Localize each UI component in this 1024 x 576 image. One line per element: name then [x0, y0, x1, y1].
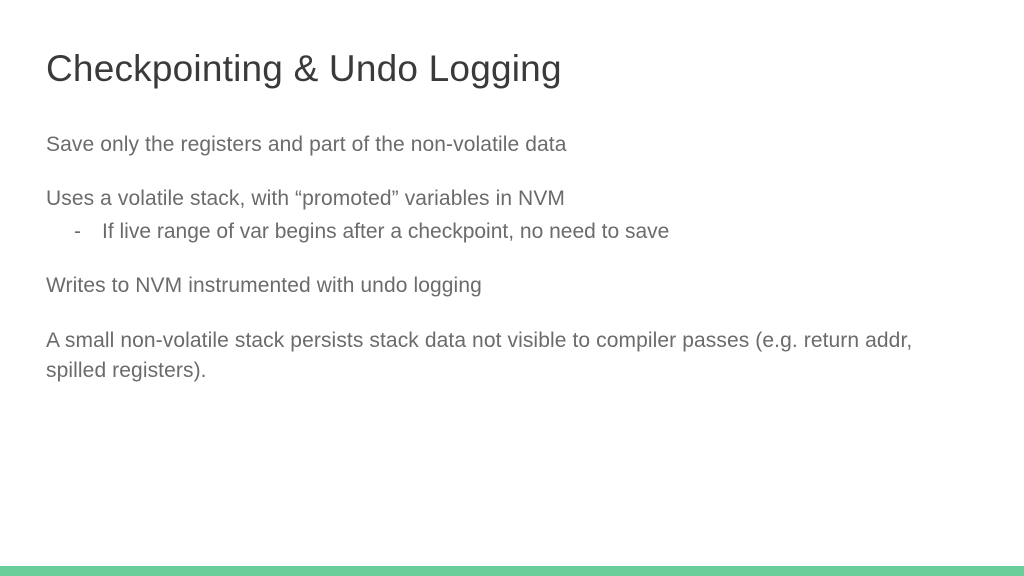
- slide: Checkpointing & Undo Logging Save only t…: [0, 0, 1024, 576]
- paragraph-2: Uses a volatile stack, with “promoted” v…: [46, 184, 978, 214]
- paragraph-2-sub-1: If live range of var begins after a chec…: [74, 217, 978, 247]
- accent-bar: [0, 566, 1024, 576]
- paragraph-2-sublist: If live range of var begins after a chec…: [74, 217, 978, 247]
- paragraph-4: A small non-volatile stack persists stac…: [46, 326, 978, 387]
- paragraph-2-group: Uses a volatile stack, with “promoted” v…: [46, 184, 978, 247]
- slide-title: Checkpointing & Undo Logging: [46, 48, 978, 90]
- paragraph-3: Writes to NVM instrumented with undo log…: [46, 271, 978, 301]
- paragraph-1: Save only the registers and part of the …: [46, 130, 978, 160]
